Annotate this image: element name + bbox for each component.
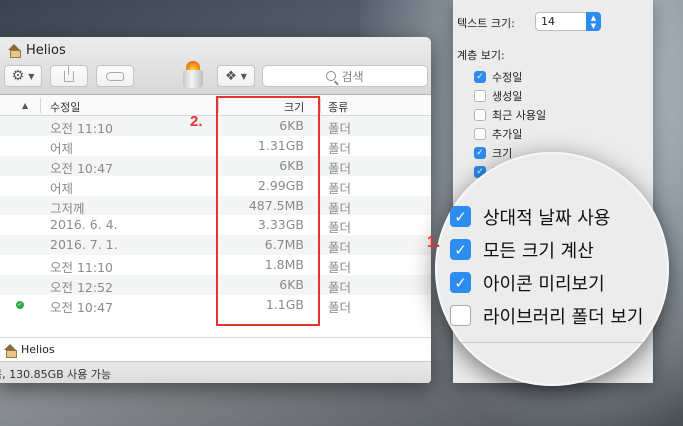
status-bar: 목, 130.85GB 사용 가능	[0, 361, 431, 383]
checkbox-label: 추가일	[492, 127, 523, 141]
text-size-select[interactable]: 14 ▲ ▼	[535, 12, 601, 31]
option-show-library-folder[interactable]: 라이브러리 폴더 보기	[450, 299, 643, 332]
row-kind: 폴더	[328, 240, 352, 256]
checkbox-checked-icon[interactable]: ✓	[474, 70, 486, 83]
tag-button[interactable]	[96, 65, 134, 87]
window-title: Helios	[8, 41, 66, 59]
row-date: 오전 12:52	[50, 280, 113, 296]
checkbox-checked-icon[interactable]: ✓	[450, 239, 471, 260]
option-label: 상대적 날짜 사용	[483, 207, 611, 229]
option-label: 라이브러리 폴더 보기	[483, 306, 644, 328]
status-text: 목, 130.85GB 사용 가능	[0, 368, 112, 381]
row-date: 오전 11:10	[50, 121, 113, 136]
sync-check-icon: ✓	[16, 301, 24, 310]
option-calculate-all-sizes[interactable]: ✓ 모든 크기 계산	[450, 233, 643, 266]
checkbox-unchecked-icon[interactable]	[450, 305, 471, 326]
path-bar: Helios	[0, 337, 431, 361]
row-date: 2016. 6. 4.	[50, 217, 118, 233]
path-item[interactable]: Helios	[21, 343, 55, 356]
chevron-down-icon: ▼	[240, 71, 247, 81]
checkbox-unchecked-icon[interactable]	[474, 89, 486, 102]
search-icon	[326, 71, 337, 81]
checkbox-date-created[interactable]: 생성일	[474, 86, 546, 105]
chevron-down-icon: ▼	[28, 71, 35, 81]
search-input[interactable]: 검색	[262, 65, 428, 87]
row-kind: 폴더	[328, 140, 352, 156]
checkbox-checked-icon[interactable]: ✓	[450, 206, 471, 227]
checkbox-unchecked-icon[interactable]	[474, 127, 486, 140]
home-folder-icon	[4, 343, 17, 358]
checkbox-label: 최근 사용일	[492, 108, 547, 122]
row-kind: 폴더	[328, 180, 352, 196]
option-relative-dates[interactable]: ✓ 상대적 날짜 사용	[450, 200, 643, 233]
row-kind: 폴더	[328, 220, 352, 236]
row-kind: 폴더	[328, 280, 352, 296]
magnifier-callout: ✓ 상대적 날짜 사용 ✓ 모든 크기 계산 ✓ 아이콘 미리보기 라이브러리 …	[435, 152, 669, 386]
checkbox-date-added[interactable]: 추가일	[474, 124, 546, 143]
checkbox-last-opened[interactable]: 최근 사용일	[474, 105, 546, 124]
gear-icon: ⚙	[11, 68, 25, 84]
stepper-arrows-icon: ▲ ▼	[586, 12, 601, 31]
annotation-two: 2.	[190, 113, 203, 130]
dropbox-icon: ❖	[225, 68, 237, 84]
checkbox-unchecked-icon[interactable]	[474, 108, 486, 121]
magnified-options-list: ✓ 상대적 날짜 사용 ✓ 모든 크기 계산 ✓ 아이콘 미리보기 라이브러리 …	[450, 200, 643, 332]
row-kind: 폴더	[328, 260, 352, 276]
share-icon	[64, 65, 74, 82]
toolbar: ⚙ ▼ ❖ ▼ 검색	[0, 61, 431, 89]
dropbox-menu-button[interactable]: ❖ ▼	[217, 65, 255, 87]
row-kind: 폴더	[328, 300, 352, 316]
row-date: 그저께	[50, 200, 85, 216]
row-kind: 폴더	[328, 160, 352, 176]
tag-icon	[106, 71, 124, 81]
column-kind[interactable]: 종류	[328, 99, 348, 115]
checkbox-checked-icon[interactable]: ✓	[474, 146, 486, 159]
checkbox-label: 생성일	[492, 89, 523, 103]
app-toolbar-icon[interactable]	[180, 61, 206, 89]
size-column-highlight	[216, 96, 320, 326]
window-title-text: Helios	[26, 42, 66, 58]
row-date: 2016. 7. 1.	[50, 237, 118, 253]
title-bar: Helios ⚙ ▼ ❖ ▼ 검색	[0, 37, 431, 95]
home-folder-icon	[8, 44, 21, 58]
row-kind: 폴더	[328, 121, 352, 136]
row-date: 오전 11:10	[50, 260, 113, 276]
column-date-modified[interactable]: 수정일	[50, 99, 80, 115]
row-date: 어제	[50, 180, 74, 196]
text-size-label: 텍스트 크기:	[457, 17, 515, 30]
row-date: 오전 10:47	[50, 160, 113, 176]
show-columns-heading: 계층 보기:	[457, 49, 505, 62]
divider	[435, 342, 669, 343]
checkbox-date-modified[interactable]: ✓ 수정일	[474, 67, 546, 86]
sort-ascending-icon[interactable]: ▲	[22, 101, 28, 110]
option-label: 모든 크기 계산	[483, 240, 594, 262]
text-size-value: 14	[541, 15, 555, 28]
option-label: 아이콘 미리보기	[483, 273, 605, 295]
checkbox-label: 수정일	[492, 70, 523, 84]
checkbox-label: 크기	[492, 146, 513, 160]
row-kind: 폴더	[328, 200, 352, 216]
row-date: 어제	[50, 140, 74, 156]
checkbox-checked-icon[interactable]: ✓	[450, 272, 471, 293]
search-placeholder: 검색	[341, 69, 364, 84]
option-icon-preview[interactable]: ✓ 아이콘 미리보기	[450, 266, 643, 299]
row-date: 오전 10:47	[50, 300, 113, 316]
share-button[interactable]	[50, 65, 88, 87]
annotation-one: 1.	[427, 234, 441, 251]
action-menu-button[interactable]: ⚙ ▼	[4, 65, 42, 87]
